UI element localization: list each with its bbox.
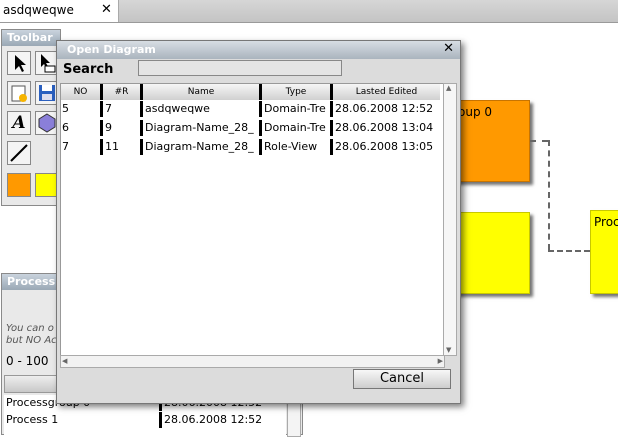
- process-panel-title: Process: [7, 275, 56, 288]
- tab-title: asdqweqwe: [3, 3, 74, 17]
- row-type[interactable]: Domain-Tre: [259, 101, 330, 117]
- toolbar-title-bar: Toolbar: [2, 30, 60, 46]
- connector-line: [530, 140, 548, 142]
- column-header-name[interactable]: Name: [140, 84, 259, 100]
- toolbar-title: Toolbar: [7, 31, 53, 44]
- column-header-no[interactable]: NO: [61, 84, 100, 100]
- row-type[interactable]: Role-View: [259, 139, 330, 155]
- row-name[interactable]: Diagram-Name_28_: [140, 139, 259, 155]
- diagram-table: NO #R Name Type Lasted Edited 5 7 asdqwe…: [60, 83, 445, 368]
- scroll-down-icon[interactable]: ▼: [446, 346, 451, 354]
- row-edited[interactable]: 28.06.2008 13:05: [330, 139, 440, 155]
- orange-node-tool[interactable]: [7, 173, 31, 197]
- tab-close-icon[interactable]: ✕: [101, 2, 112, 17]
- scroll-right-icon[interactable]: ▶: [438, 357, 443, 365]
- toolbar-panel: Toolbar A: [1, 29, 61, 206]
- process-row-name[interactable]: Process 1: [6, 412, 156, 428]
- row-no[interactable]: 6: [62, 120, 100, 136]
- text-tool[interactable]: A: [7, 111, 31, 135]
- column-header-r[interactable]: #R: [100, 84, 140, 100]
- process-range: 0 - 100: [6, 354, 49, 368]
- search-input[interactable]: [138, 60, 342, 76]
- pointer-connect-icon: [41, 54, 56, 73]
- connector-line: [548, 250, 590, 252]
- process-row-date: 28.06.2008 12:52: [159, 412, 269, 428]
- pointer-icon: [15, 55, 26, 72]
- dialog-close-icon[interactable]: ✕: [443, 41, 454, 56]
- row-r[interactable]: 9: [100, 120, 140, 136]
- column-header-edited[interactable]: Lasted Edited: [330, 84, 440, 100]
- search-label: Search: [63, 62, 114, 77]
- select-tool[interactable]: [7, 51, 31, 75]
- diagram-node-label: Proc: [594, 215, 618, 229]
- line-tool[interactable]: [7, 141, 31, 165]
- tab-bar: asdqweqwe ✕: [0, 0, 618, 23]
- diagram-node-orange[interactable]: oup 0: [454, 100, 530, 182]
- row-edited[interactable]: 28.06.2008 13:04: [330, 120, 440, 136]
- connector-line: [548, 140, 550, 250]
- diagram-node-process[interactable]: Proc: [590, 210, 618, 294]
- row-no[interactable]: 7: [62, 139, 100, 155]
- scroll-left-icon[interactable]: ◀: [62, 357, 67, 365]
- new-diagram-tool[interactable]: [7, 81, 31, 105]
- horizontal-scrollbar[interactable]: ◀ ▶: [60, 355, 445, 368]
- dialog-title-bar[interactable]: Open Diagram ✕: [57, 41, 460, 59]
- row-type[interactable]: Domain-Tre: [259, 120, 330, 136]
- line-icon: [10, 144, 28, 162]
- column-header-type[interactable]: Type: [259, 84, 330, 100]
- hexagon-icon: [38, 113, 56, 133]
- row-r[interactable]: 11: [100, 139, 140, 155]
- scroll-up-icon[interactable]: ▲: [446, 84, 451, 92]
- row-no[interactable]: 5: [62, 101, 100, 117]
- save-disk-icon: [39, 85, 55, 101]
- open-diagram-dialog: Open Diagram ✕ Search NO #R Name Type La…: [56, 40, 461, 404]
- diagram-node-label: oup 0: [458, 105, 493, 119]
- process-hint: but NO Ac: [6, 335, 57, 346]
- process-hint: You can o: [6, 323, 54, 334]
- diagram-node-yellow[interactable]: [454, 212, 530, 294]
- cancel-button[interactable]: Cancel: [353, 369, 451, 389]
- tab-diagram[interactable]: asdqweqwe ✕: [0, 0, 119, 22]
- row-name[interactable]: asdqweqwe: [140, 101, 259, 117]
- new-document-icon: [11, 85, 27, 102]
- row-r[interactable]: 7: [100, 101, 140, 117]
- row-edited[interactable]: 28.06.2008 12:52: [330, 101, 440, 117]
- vertical-scrollbar[interactable]: ▲ ▼: [443, 83, 457, 356]
- row-name[interactable]: Diagram-Name_28_: [140, 120, 259, 136]
- dialog-title: Open Diagram: [67, 43, 156, 56]
